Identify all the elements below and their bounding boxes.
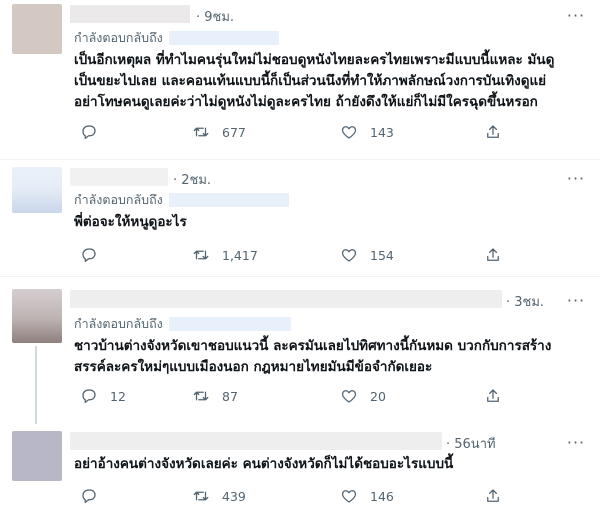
tweet-actions: 12 87 20: [74, 387, 514, 407]
reply-context: กำลังตอบกลับถึง: [74, 190, 289, 210]
retweet-count: 677: [222, 124, 246, 140]
reply-icon: [82, 248, 96, 263]
reply-prefix: กำลังตอบกลับถึง: [74, 30, 163, 45]
share-button[interactable]: [484, 246, 502, 264]
avatar[interactable]: [12, 431, 62, 481]
heart-icon: [341, 249, 357, 262]
retweet-icon: [193, 127, 209, 137]
reply-handle[interactable]: [168, 31, 279, 45]
tweet-time[interactable]: · 56นาที: [446, 433, 496, 454]
more-icon[interactable]: ···: [566, 171, 586, 189]
avatar[interactable]: [12, 167, 62, 213]
reply-icon: [82, 389, 96, 404]
tweet-time[interactable]: · 9ชม.: [196, 6, 234, 27]
author-name[interactable]: [70, 5, 190, 23]
more-icon[interactable]: ···: [566, 293, 586, 311]
tweet-text-line: สรรค์ละครใหม่ๆแบบเมืองนอก กฎหมายไทยมันมี…: [74, 359, 433, 375]
reply-context: กำลังตอบกลับถึง: [74, 28, 279, 48]
avatar[interactable]: [12, 4, 62, 54]
tweet-text: ชาวบ้านต่างจังหวัดเขาชอบแนวนี้ ละครมันเล…: [74, 336, 589, 378]
reply-button[interactable]: [80, 123, 110, 141]
reply-button[interactable]: 12: [80, 387, 126, 405]
tweet-text: เป็นอีกเหตุผล ที่ทำไมคนรุ่นใหม่ไม่ชอบดูห…: [74, 50, 589, 113]
reply-icon: [82, 125, 96, 140]
like-count: 143: [370, 124, 394, 140]
like-button[interactable]: 143: [340, 123, 394, 141]
heart-icon: [341, 390, 357, 403]
retweet-count: 439: [222, 488, 246, 504]
tweet-text-line: ชาวบ้านต่างจังหวัดเขาชอบแนวนี้ ละครมันเล…: [74, 338, 552, 354]
like-count: 154: [370, 247, 394, 263]
share-icon: [487, 248, 499, 261]
reply-button[interactable]: [80, 246, 110, 264]
like-button[interactable]: 154: [340, 246, 394, 264]
retweet-count: 87: [222, 388, 238, 404]
retweet-button[interactable]: 677: [192, 123, 246, 141]
more-icon[interactable]: ···: [566, 435, 586, 453]
avatar[interactable]: [12, 289, 62, 343]
share-icon: [487, 489, 499, 502]
divider: [0, 276, 600, 277]
retweet-icon: [193, 391, 209, 401]
retweet-button[interactable]: 439: [192, 487, 246, 505]
reply-prefix: กำลังตอบกลับถึง: [74, 192, 163, 207]
tweet-text: อย่าอ้างคนต่างจังหวัดเลยค่ะ คนต่างจังหวั…: [74, 454, 589, 475]
heart-icon: [341, 490, 357, 503]
retweet-button[interactable]: 87: [192, 387, 238, 405]
tweet-2[interactable]: · 2ชม. ··· กำลังตอบกลับถึง พี่ต่อจะให้หน…: [0, 160, 600, 272]
tweet-3[interactable]: · 3ชม. ··· กำลังตอบกลับถึง ชาวบ้านต่างจั…: [0, 280, 600, 424]
author-name[interactable]: [70, 290, 502, 308]
tweet-1[interactable]: · 9ชม. ··· กำลังตอบกลับถึง เป็นอีกเหตุผล…: [0, 0, 600, 152]
tweet-text-line: เป็นขยะไปเลย และคอนเท้นแบบนี้ก็เป็นส่วนน…: [74, 73, 547, 89]
tweet-text-line: อย่าโทษคนดูเลยค่ะว่าไม่ดูหนังไม่ดูละครไท…: [74, 94, 538, 110]
thread-line: [35, 346, 37, 424]
reply-prefix: กำลังตอบกลับถึง: [74, 316, 163, 331]
share-button[interactable]: [484, 123, 502, 141]
reply-icon: [82, 489, 96, 504]
tweet-time[interactable]: · 2ชม.: [173, 169, 211, 190]
like-count: 20: [370, 388, 386, 404]
reply-handle[interactable]: [168, 193, 289, 207]
tweet-text-line: พี่ต่อจะให้หนูดูอะไร: [74, 214, 187, 230]
share-icon: [487, 125, 499, 138]
like-count: 146: [370, 488, 394, 504]
share-button[interactable]: [484, 487, 502, 505]
reply-button[interactable]: [80, 487, 110, 505]
retweet-icon: [193, 491, 209, 501]
share-icon: [487, 389, 499, 402]
reply-context: กำลังตอบกลับถึง: [74, 314, 291, 334]
retweet-count: 1,417: [222, 247, 258, 263]
tweet-actions: 677 143: [74, 123, 514, 143]
tweet-text: พี่ต่อจะให้หนูดูอะไร: [74, 212, 589, 233]
heart-icon: [341, 126, 357, 139]
tweet-time[interactable]: · 3ชม.: [506, 291, 544, 312]
share-button[interactable]: [484, 387, 502, 405]
retweet-icon: [193, 250, 209, 260]
like-button[interactable]: 146: [340, 487, 394, 505]
author-name[interactable]: [70, 168, 168, 186]
retweet-button[interactable]: 1,417: [192, 246, 258, 264]
reply-count: 12: [110, 388, 126, 404]
tweet-text-line: เป็นอีกเหตุผล ที่ทำไมคนรุ่นใหม่ไม่ชอบดูห…: [74, 52, 555, 68]
like-button[interactable]: 20: [340, 387, 386, 405]
tweet-actions: 439 146: [74, 487, 514, 507]
more-icon[interactable]: ···: [566, 8, 586, 26]
reply-handle[interactable]: [168, 317, 291, 331]
tweet-actions: 1,417 154: [74, 246, 514, 266]
tweet-4[interactable]: · 56นาที ··· อย่าอ้างคนต่างจังหวัดเลยค่ะ…: [0, 424, 600, 518]
tweet-text-line: อย่าอ้างคนต่างจังหวัดเลยค่ะ คนต่างจังหวั…: [74, 456, 454, 472]
author-name[interactable]: [70, 432, 442, 450]
